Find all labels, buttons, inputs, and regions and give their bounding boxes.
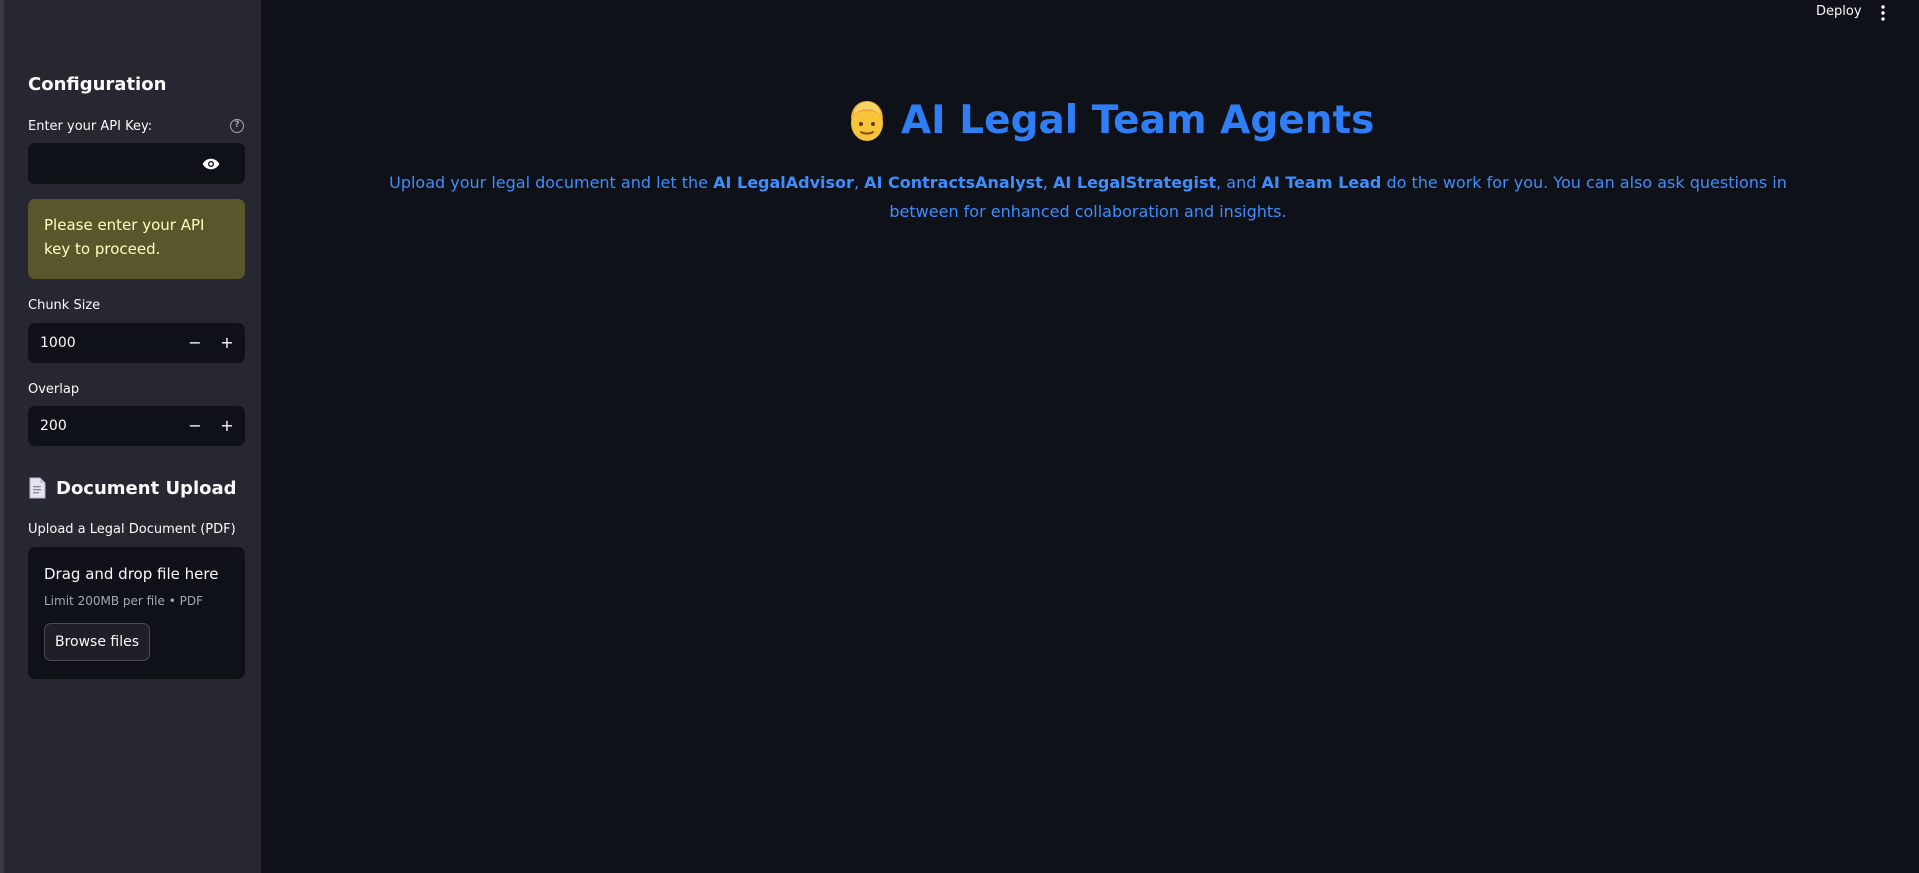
overlap-value[interactable]: 200	[40, 406, 67, 446]
overlap-label: Overlap	[28, 382, 80, 397]
page-title-text: AI Legal Team Agents	[901, 98, 1375, 143]
agent-name-legal-advisor: AI LegalAdvisor	[713, 173, 854, 192]
chunk-size-label: Chunk Size	[28, 298, 101, 313]
api-key-input[interactable]	[28, 143, 208, 184]
chunk-size-value[interactable]: 1000	[40, 323, 76, 363]
eye-icon[interactable]	[202, 155, 220, 173]
more-options-icon[interactable]	[1878, 4, 1888, 22]
browse-files-button[interactable]: Browse files	[44, 623, 150, 661]
document-upload-heading: Document Upload	[28, 477, 237, 499]
dropzone-limit: Limit 200MB per file • PDF	[44, 594, 203, 608]
document-upload-title: Document Upload	[56, 477, 237, 499]
api-key-warning: Please enter your API key to proceed.	[28, 199, 245, 279]
overlap-stepper[interactable]: 200 − +	[28, 406, 245, 446]
upload-label: Upload a Legal Document (PDF)	[28, 522, 236, 537]
overlap-increment-button[interactable]: +	[211, 406, 243, 446]
intro-separator: ,	[1042, 173, 1053, 192]
app-window: Configuration Enter your API Key: ? Plea…	[0, 0, 1919, 873]
agent-name-legal-strategist: AI LegalStrategist	[1052, 173, 1217, 192]
sidebar: Configuration Enter your API Key: ? Plea…	[0, 0, 261, 873]
deploy-button[interactable]: Deploy	[1816, 4, 1862, 19]
intro-separator: ,	[853, 173, 865, 192]
intro-separator: , and	[1216, 173, 1262, 192]
page-title: AI Legal Team Agents	[847, 98, 1374, 143]
person-emoji-icon	[851, 100, 883, 141]
chunk-size-increment-button[interactable]: +	[211, 323, 243, 363]
intro-text: Upload your legal document and let the A…	[370, 168, 1806, 226]
help-icon[interactable]: ?	[230, 119, 244, 133]
agent-name-team-lead: AI Team Lead	[1261, 173, 1382, 192]
api-key-label: Enter your API Key:	[28, 119, 153, 134]
file-dropzone[interactable]: Drag and drop file here Limit 200MB per …	[28, 547, 245, 679]
chunk-size-decrement-button[interactable]: −	[179, 323, 211, 363]
agent-name-contracts-analyst: AI ContractsAnalyst	[864, 173, 1043, 192]
document-icon	[29, 477, 46, 499]
dropzone-text: Drag and drop file here	[44, 565, 219, 583]
chunk-size-stepper[interactable]: 1000 − +	[28, 323, 245, 363]
sidebar-title: Configuration	[28, 74, 167, 95]
api-key-field	[28, 143, 245, 184]
overlap-decrement-button[interactable]: −	[179, 406, 211, 446]
intro-part: Upload your legal document and let the	[389, 173, 714, 192]
